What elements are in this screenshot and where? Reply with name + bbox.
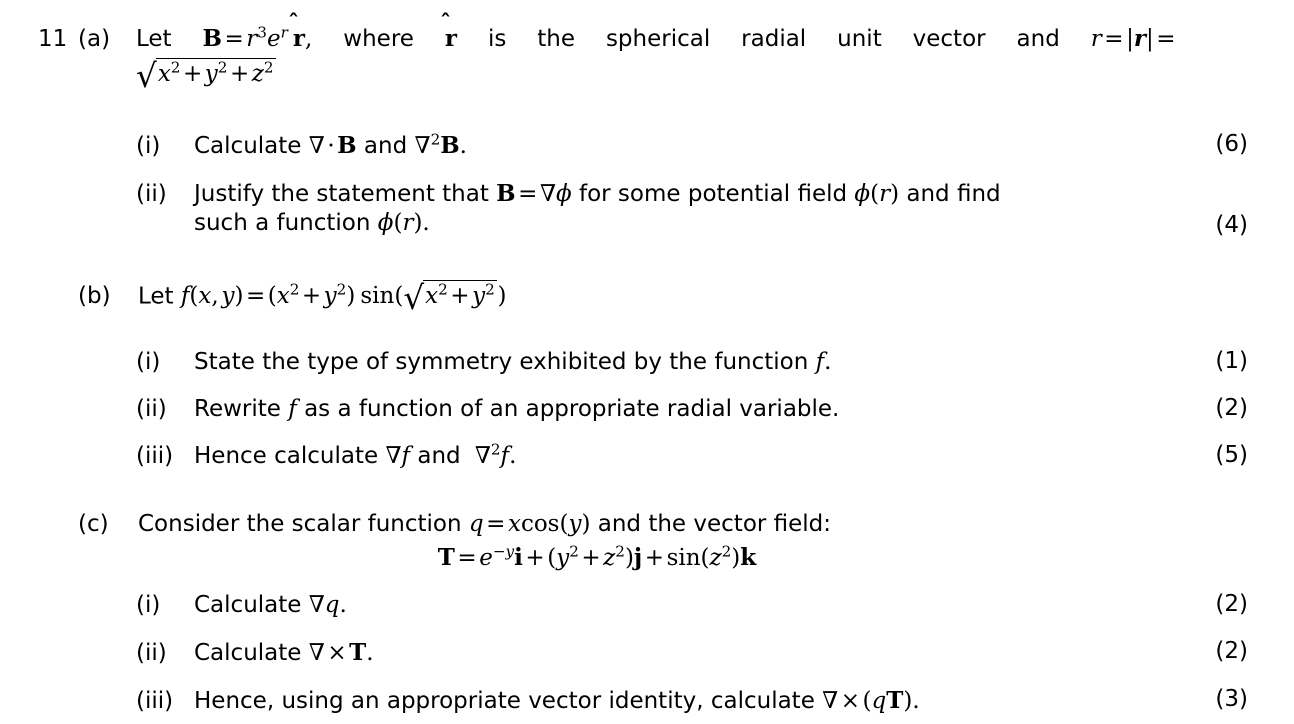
marks-b-iii: (5): [1215, 442, 1248, 468]
marks-b-ii: (2): [1215, 395, 1248, 421]
part-a-item-ii-line1-before: Justify the statement that: [194, 181, 489, 207]
part-b-item-ii-label: (ii): [136, 396, 167, 422]
part-b-stem-text: Let f(x, y) = (x2 + y2) sin(√x2 + y2): [130, 280, 506, 315]
part-c-stem: (c) Consider the scalar function q = xcos(…: [78, 510, 831, 539]
part-b-label: (b): [78, 283, 111, 310]
part-b-stem: (b) Let f(x, y) = (x2 + y2) sin(√x2 + y2): [78, 280, 506, 315]
part-a-item-ii-line1-after: for some potential field: [579, 181, 848, 207]
part-a-item-ii-line1-end: and find: [906, 181, 1001, 207]
expression-phi-of-r-1: ϕ(r): [854, 181, 900, 207]
marks-c-ii: (2): [1215, 638, 1248, 664]
part-a-item-ii-line2-before: such a function: [194, 210, 371, 237]
part-c-stem-before: Consider the scalar function: [138, 511, 462, 537]
part-b-item-ii-text-before: Rewrite: [194, 396, 281, 422]
marks-c-i: (2): [1215, 591, 1248, 617]
formula-r-sqrt: √x2 + y2 + z2: [136, 58, 277, 93]
expression-laplacian-B: ∇2B.: [414, 130, 467, 159]
expression-div-B: ∇ · B: [308, 132, 357, 159]
part-a-label: (a): [78, 26, 111, 52]
part-a-item-i: (i) Calculate ∇ · B and ∇2B.: [136, 131, 467, 161]
part-b-item-iii-text-middle: and: [417, 443, 461, 469]
part-c-label: (c): [78, 511, 109, 537]
part-a-stem-line2: √x2 + y2 + z2: [38, 58, 277, 93]
symbol-f-1: f.: [815, 349, 832, 375]
part-b-item-ii: (ii) Rewrite f as a function of an appro…: [136, 395, 839, 424]
part-b-item-i: (i) State the type of symmetry exhibited…: [136, 348, 831, 377]
formula-B-definition: B=r3er̂r,: [202, 23, 313, 52]
part-c-item-ii-label: (ii): [136, 640, 167, 666]
marks-a-ii: (4): [1215, 212, 1248, 238]
part-a-item-i-label: (i): [136, 133, 161, 159]
part-b-item-iii-text: Hence calculate ∇f and ∇2f.: [194, 442, 516, 471]
part-c-item-i: (i) Calculate ∇q.: [136, 591, 347, 620]
part-a-item-i-text: Calculate ∇ · B and ∇2B.: [194, 131, 467, 161]
marks-a-i: (6): [1215, 131, 1248, 157]
part-c-item-ii-text-before: Calculate: [194, 640, 302, 666]
question-number: 11: [38, 26, 68, 52]
part-a-item-ii-label: (ii): [136, 181, 167, 207]
marks-c-iii: (3): [1215, 686, 1248, 712]
part-a-item-ii-text: Justify the statement that B = ∇ϕ for some…: [194, 179, 1194, 239]
formula-q-definition: q = xcos(y): [468, 511, 591, 537]
part-b-item-i-text: State the type of symmetry exhibited by …: [194, 348, 831, 377]
formula-T-definition: T = e−yi + (y2 + z2)j + sin(z2)k: [437, 542, 757, 571]
part-c-item-iii-text-before: Hence, using an appropriate vector ident…: [194, 688, 815, 714]
part-a-stem-text: Let B=r3er̂r, , where where ̂r is the sp…: [130, 24, 1178, 54]
part-c-item-i-text: Calculate ∇q.: [194, 591, 347, 620]
part-c-stem-after: and the vector field:: [597, 511, 832, 537]
part-c-stem-text: Consider the scalar function q = xcos(y) a…: [130, 510, 831, 539]
part-b-item-iii: (iii) Hence calculate ∇f and ∇2f.: [136, 442, 516, 471]
formula-f-definition: f(x, y) = (x2 + y2) sin(√x2 + y2): [180, 279, 507, 318]
part-a-stem-lead: Let: [136, 26, 172, 52]
part-a-item-i-text-before: Calculate: [194, 133, 302, 159]
part-b-item-ii-text-after: as a function of an appropriate radial v…: [304, 396, 840, 422]
formula-rhat: ̂r: [444, 25, 457, 52]
part-b-item-ii-text: Rewrite f as a function of an appropriat…: [194, 395, 839, 424]
part-a-item-ii: (ii) Justify the statement that B = ∇ϕ for…: [136, 179, 1194, 239]
part-c-item-iii: (iii) Hence, using an appropriate vector…: [136, 686, 920, 716]
part-c-item-iii-label: (iii): [136, 688, 174, 714]
part-c-display-equation: T = e−yi + (y2 + z2)j + sin(z2)k: [0, 543, 1294, 573]
part-b-item-iii-label: (iii): [136, 443, 174, 469]
expression-grad-q: ∇q.: [308, 592, 347, 618]
expression-grad-f: ∇f: [385, 443, 411, 469]
part-b-stem-lead: Let: [138, 283, 174, 310]
expression-laplacian-f: ∇2f.: [474, 440, 517, 469]
part-b-item-i-text-before: State the type of symmetry exhibited by …: [194, 349, 809, 375]
part-a-item-i-text-middle: and: [363, 133, 408, 159]
marks-b-i: (1): [1215, 348, 1248, 374]
part-c-item-ii-text: Calculate ∇ × T.: [194, 638, 374, 668]
exam-question-page: 11 (a) Let B=r3er̂r, , where where ̂r is…: [0, 0, 1294, 724]
part-c-item-ii: (ii) Calculate ∇ × T.: [136, 638, 374, 668]
part-a-stem-line1: 11 (a) Let B=r3er̂r, , where where ̂r is…: [38, 24, 1208, 54]
part-c-item-i-text-before: Calculate: [194, 592, 302, 618]
part-c-item-iii-text: Hence, using an appropriate vector ident…: [194, 686, 920, 716]
part-c-item-i-label: (i): [136, 592, 161, 618]
part-b-item-iii-text-before: Hence calculate: [194, 443, 379, 469]
part-b-item-i-label: (i): [136, 349, 161, 375]
expression-curl-qT: ∇ × (qT).: [822, 687, 920, 714]
expression-B-grad-phi: B = ∇ϕ: [496, 180, 572, 207]
expression-phi-of-r-2: ϕ(r).: [377, 210, 430, 237]
symbol-f-2: f: [288, 396, 297, 422]
expression-curl-T: ∇ × T.: [308, 639, 374, 666]
formula-r-magnitude: r = |r| =: [1090, 25, 1176, 52]
